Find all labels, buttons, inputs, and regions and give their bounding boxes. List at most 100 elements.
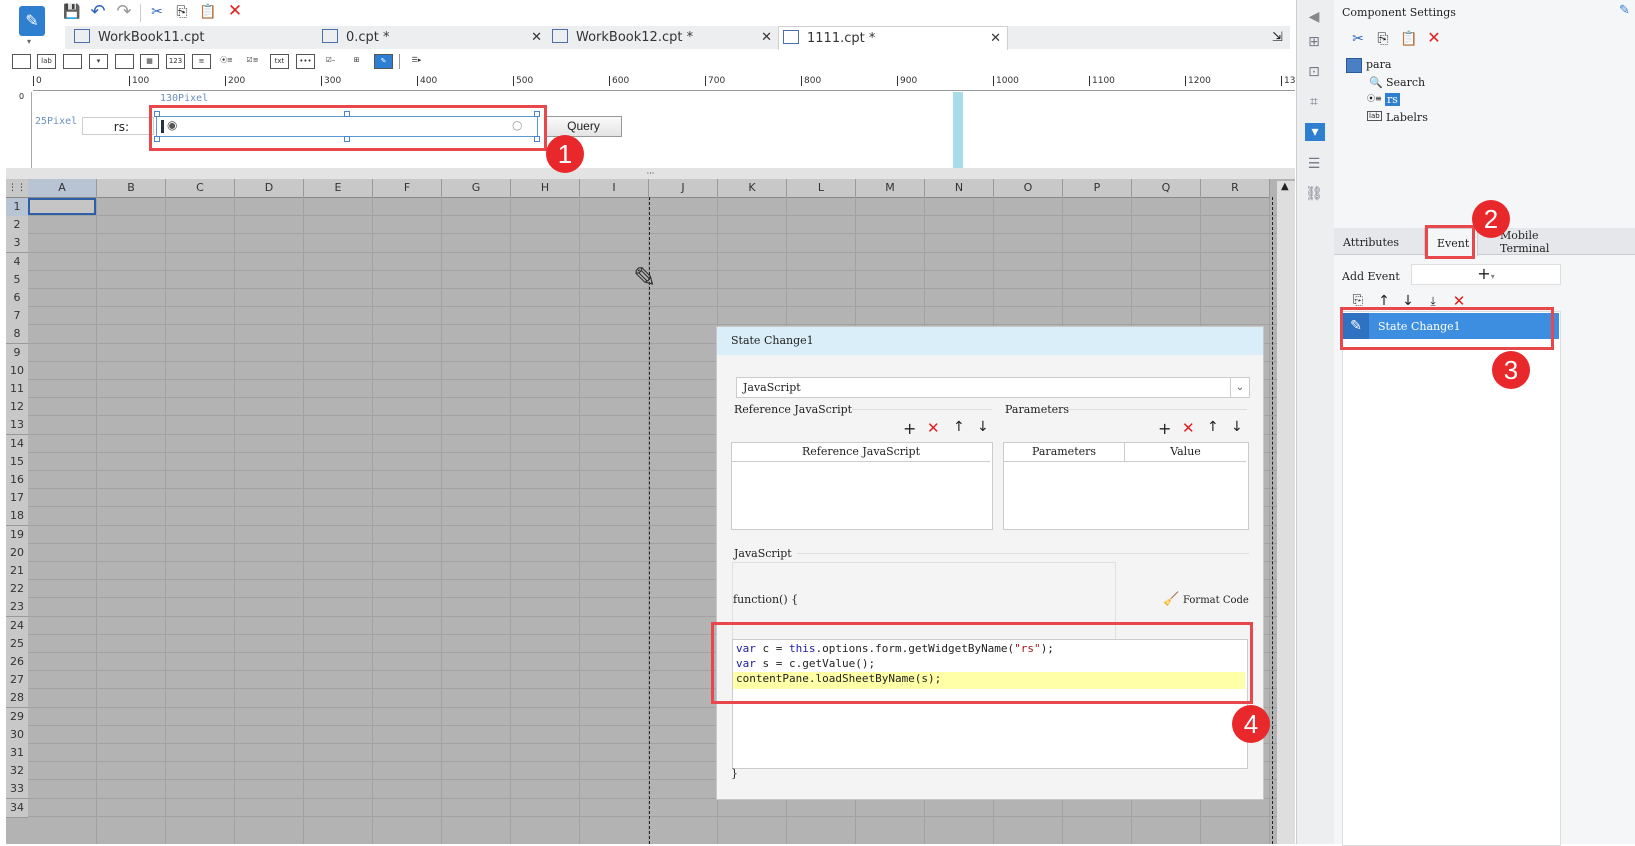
tab-attributes[interactable]: Attributes <box>1343 236 1399 249</box>
tree-item-para[interactable]: para <box>1366 58 1391 71</box>
undo-icon[interactable]: ↶ <box>89 3 107 21</box>
splitter-handle[interactable]: ··· <box>6 168 1295 179</box>
row-header[interactable]: 2 <box>6 216 28 236</box>
close-icon[interactable]: ✕ <box>990 27 1001 50</box>
delete-parameter-icon[interactable]: ✕ <box>1182 419 1195 437</box>
app-menu-chevron-icon[interactable]: ▾ <box>27 37 31 46</box>
delete-icon[interactable]: ✕ <box>1425 29 1443 47</box>
add-event-dropdown[interactable]: +▾ <box>1411 264 1561 285</box>
row-header[interactable]: 15 <box>6 452 28 472</box>
close-icon[interactable]: ✕ <box>761 26 772 49</box>
widget-more-icon[interactable]: ☰▸ <box>408 54 425 67</box>
selected-cell-a1[interactable] <box>28 198 96 215</box>
tab-workbook12[interactable]: WorkBook12.cpt * ✕ <box>548 26 778 49</box>
tree-item-labelrs[interactable]: Labelrs <box>1386 111 1428 124</box>
query-button[interactable]: Query <box>545 116 622 137</box>
widget-calendar-icon[interactable]: ▦ <box>140 54 159 69</box>
event-type-select[interactable]: JavaScript ⌄ <box>736 377 1250 398</box>
widget-checkbox-group-icon[interactable]: ☑≡ <box>244 54 261 67</box>
widget-settings-icon[interactable]: ▾ <box>1305 123 1325 141</box>
condition-icon[interactable]: ⊡ <box>1305 63 1323 81</box>
row-header[interactable]: 28 <box>6 689 28 709</box>
add-parameter-icon[interactable]: + <box>1158 419 1171 438</box>
scroll-up-arrow-icon[interactable]: ▲ <box>1281 181 1289 192</box>
pin-icon[interactable]: ✎ <box>1619 3 1630 18</box>
tree-item-rs[interactable]: rs <box>1385 93 1400 106</box>
row-header[interactable]: 32 <box>6 762 28 782</box>
column-header[interactable]: A <box>28 179 97 198</box>
row-header[interactable]: 34 <box>6 798 28 818</box>
select-all-corner[interactable]: ⋮⋮ <box>6 179 28 198</box>
row-header[interactable]: 13 <box>6 416 28 436</box>
link-icon[interactable]: ⛓ <box>1305 185 1323 203</box>
row-header[interactable]: 25 <box>6 634 28 654</box>
row-header[interactable]: 3 <box>6 234 28 254</box>
tab-0-cpt[interactable]: 0.cpt * ✕ <box>300 26 548 49</box>
row-header[interactable]: 17 <box>6 489 28 509</box>
tab-mobile-terminal[interactable]: Mobile Terminal <box>1500 229 1560 255</box>
ref-js-table[interactable]: Reference JavaScript <box>731 442 993 530</box>
widget-button-icon[interactable] <box>63 54 82 69</box>
column-header[interactable]: J <box>649 179 718 198</box>
row-header[interactable]: 16 <box>6 471 28 490</box>
row-header[interactable]: 33 <box>6 780 28 800</box>
paste-icon[interactable]: 📋 <box>199 3 217 21</box>
column-header[interactable]: I <box>580 179 649 198</box>
broom-icon[interactable]: 🧹 <box>1163 592 1179 607</box>
column-header[interactable]: H <box>511 179 580 198</box>
vertical-scrollbar[interactable]: ▲ <box>1277 181 1295 844</box>
copy-icon[interactable]: ⎘ <box>173 3 191 21</box>
cut-icon[interactable]: ✂ <box>148 3 166 21</box>
collapse-icon[interactable]: ◀ <box>1305 8 1323 26</box>
widget-combobox-icon[interactable]: ▾ <box>89 54 108 69</box>
widget-textarea-icon[interactable]: ≡ <box>192 54 211 69</box>
panel-right-boundary[interactable] <box>953 92 963 168</box>
widget-textfield-icon[interactable] <box>12 54 31 69</box>
column-header[interactable]: N <box>925 179 994 198</box>
redo-icon[interactable]: ↷ <box>115 3 133 21</box>
row-header[interactable]: 9 <box>6 343 28 363</box>
row-header[interactable]: 19 <box>6 525 28 545</box>
row-header[interactable]: 23 <box>6 598 28 618</box>
column-header[interactable]: B <box>97 179 166 198</box>
event-list[interactable] <box>1342 311 1561 846</box>
widget-radio-group-icon[interactable]: ⦿≡ <box>218 54 235 67</box>
column-header[interactable]: P <box>1063 179 1132 198</box>
widget-date-icon[interactable] <box>115 54 134 69</box>
format-code-button[interactable]: Format Code <box>1183 595 1249 606</box>
widget-checkbox-icon[interactable]: ☑– <box>322 54 339 67</box>
add-ref-js-icon[interactable]: + <box>903 419 916 438</box>
column-header[interactable]: D <box>235 179 304 198</box>
row-header[interactable]: 6 <box>6 289 28 308</box>
row-header[interactable]: 14 <box>6 434 28 454</box>
app-logo-icon[interactable]: ✎ <box>19 6 45 36</box>
column-header[interactable]: L <box>787 179 856 198</box>
rs-label[interactable]: rs: <box>82 117 154 135</box>
cut-icon[interactable]: ✂ <box>1349 30 1367 48</box>
cell-attributes-icon[interactable]: ⊞ <box>1305 33 1323 51</box>
row-header[interactable]: 20 <box>6 543 28 563</box>
tree-item-search[interactable]: Search <box>1386 76 1425 89</box>
row-header[interactable]: 18 <box>6 507 28 527</box>
row-header[interactable]: 24 <box>6 616 28 636</box>
column-header[interactable]: R <box>1201 179 1270 198</box>
column-header[interactable]: F <box>373 179 442 198</box>
column-header[interactable]: E <box>304 179 373 198</box>
column-header[interactable]: C <box>166 179 235 198</box>
row-header[interactable]: 21 <box>6 562 28 581</box>
widget-password-icon[interactable]: ••• <box>296 54 315 69</box>
row-header[interactable]: 7 <box>6 307 28 327</box>
row-header[interactable]: 30 <box>6 725 28 745</box>
layers-icon[interactable]: ☰ <box>1305 155 1323 173</box>
column-header[interactable]: K <box>718 179 787 198</box>
column-header[interactable]: G <box>442 179 511 198</box>
widget-label-icon[interactable]: lab <box>37 54 56 69</box>
tab-1111-cpt[interactable]: 1111.cpt * ✕ <box>778 26 1008 50</box>
column-header[interactable]: O <box>994 179 1063 198</box>
row-header[interactable]: 29 <box>6 707 28 727</box>
row-header[interactable]: 12 <box>6 398 28 418</box>
row-header[interactable]: 5 <box>6 270 28 290</box>
paste-icon[interactable]: 📋 <box>1400 30 1418 48</box>
row-header[interactable]: 11 <box>6 380 28 399</box>
row-header[interactable]: 1 <box>6 198 28 217</box>
